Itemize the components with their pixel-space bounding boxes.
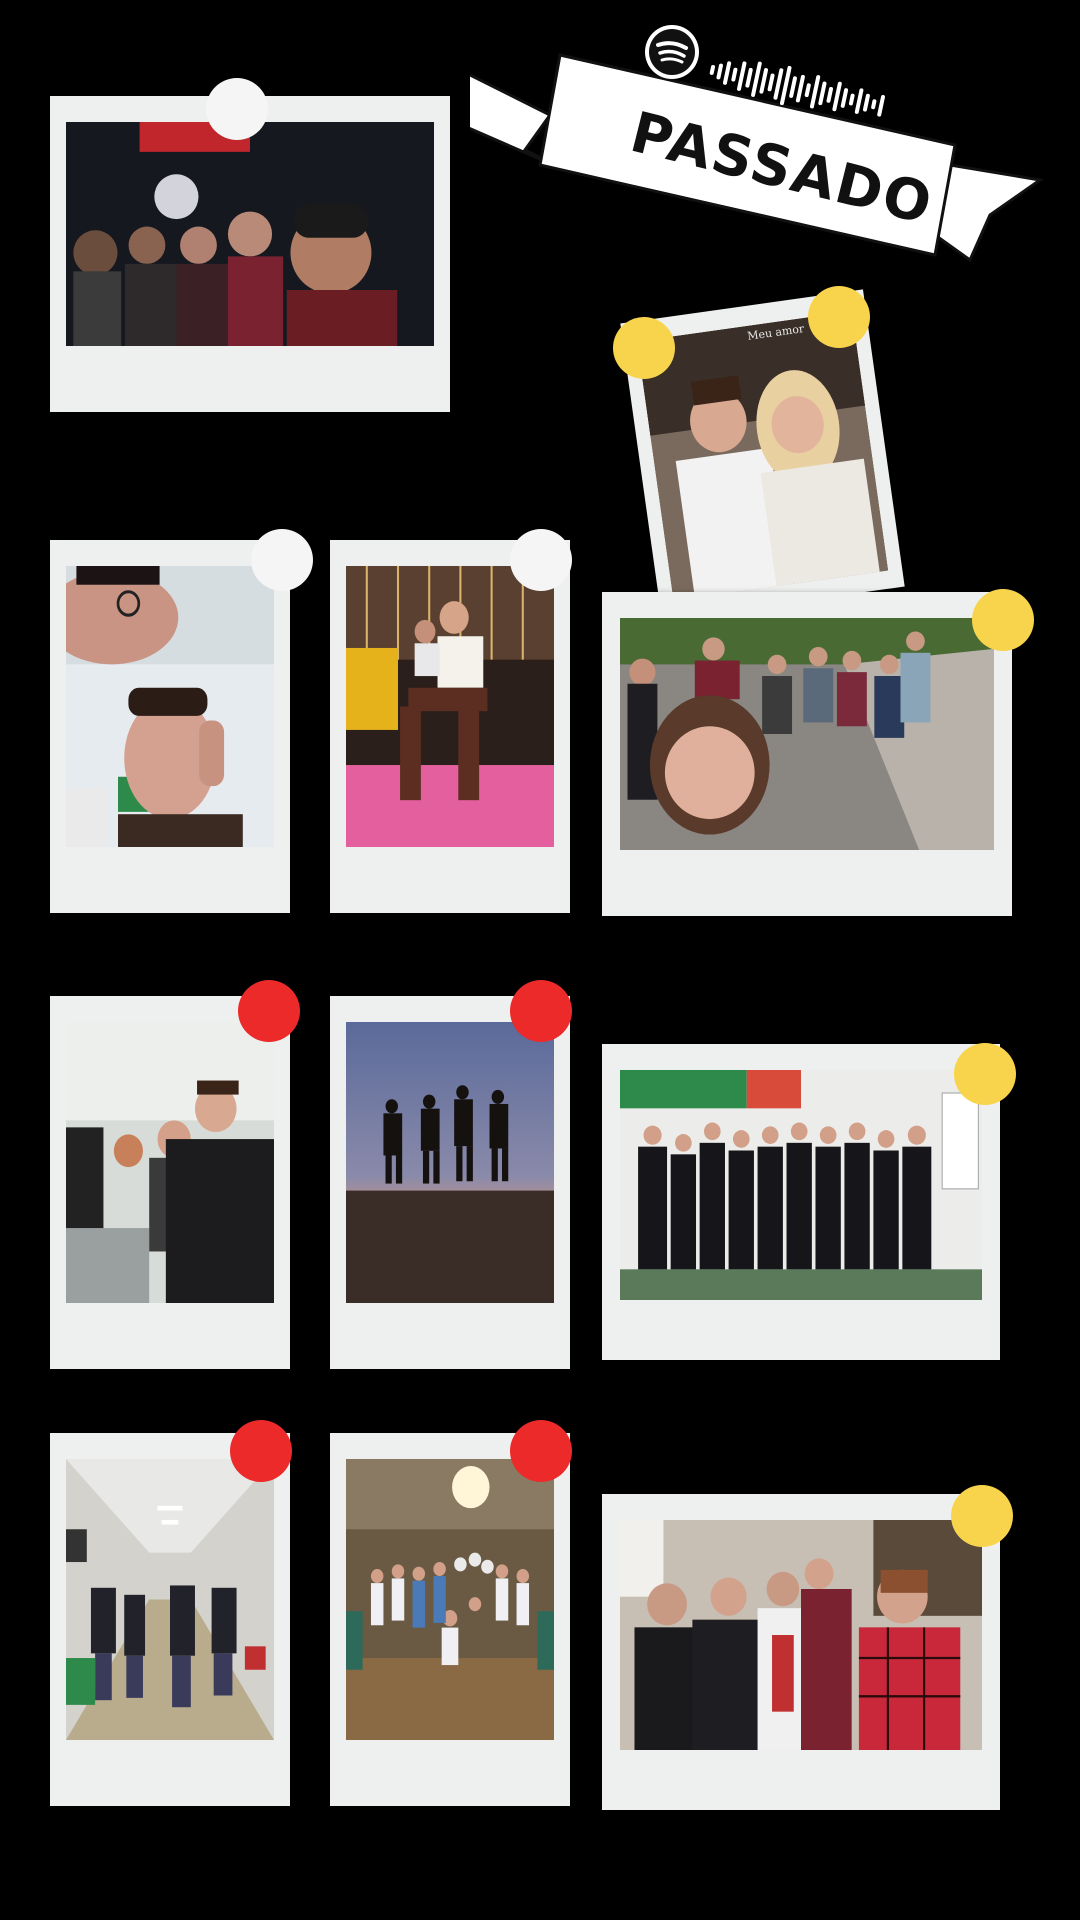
- pin-yellow: [954, 1043, 1016, 1105]
- pin-white: [206, 78, 268, 140]
- code-bar: [818, 81, 827, 106]
- photo-class-jackets: [620, 1070, 982, 1300]
- code-bar: [767, 73, 775, 92]
- code-bar: [862, 93, 870, 112]
- polaroid-sunset: [330, 996, 570, 1369]
- polaroid-computer-lab: [50, 996, 290, 1369]
- code-bar: [854, 88, 864, 114]
- pin-yellow: [951, 1485, 1013, 1547]
- code-bar: [877, 94, 885, 117]
- code-bar: [826, 87, 834, 103]
- pin-red: [238, 980, 300, 1042]
- polaroid-classroom-selfie: [50, 540, 290, 913]
- pin-yellow: [808, 286, 870, 348]
- photo-classroom-selfie: [66, 566, 274, 847]
- pin-yellow: [613, 317, 675, 379]
- pin-white: [510, 529, 572, 591]
- code-bar: [789, 76, 797, 98]
- polaroid-friends: [602, 1494, 1000, 1810]
- photo-computer-lab: [66, 1022, 274, 1303]
- code-bar: [848, 93, 855, 106]
- polaroid-hallway: [50, 1433, 290, 1806]
- polaroid-party: [330, 1433, 570, 1806]
- polaroid-class-photo: [602, 1044, 1000, 1360]
- polaroid-night-selfie: [50, 96, 450, 412]
- polaroid-fair-ride: [330, 540, 570, 913]
- pin-yellow: [972, 589, 1034, 651]
- pin-white: [251, 529, 313, 591]
- code-bar: [804, 83, 811, 98]
- photo-party-group: [346, 1459, 554, 1740]
- photo-courtyard-group: [620, 618, 994, 850]
- code-bar: [871, 99, 877, 110]
- code-bar: [709, 65, 716, 75]
- photo-night-group-selfie: [66, 122, 434, 346]
- photo-fair-ride: [346, 566, 554, 847]
- code-bar: [759, 68, 769, 94]
- photo-school-hallway: [66, 1459, 274, 1740]
- spotify-logo-icon: [645, 25, 699, 79]
- code-bar: [722, 61, 732, 85]
- code-bar: [737, 61, 747, 91]
- pin-red: [510, 1420, 572, 1482]
- code-bar: [840, 88, 849, 108]
- pin-red: [510, 980, 572, 1042]
- code-bar: [731, 67, 738, 82]
- photo-friends-group: [620, 1520, 982, 1750]
- code-bar: [745, 67, 753, 88]
- photo-couple-selfie: Meu amor: [636, 311, 889, 601]
- pin-red: [230, 1420, 292, 1482]
- photo-sunset-silhouettes: [346, 1022, 554, 1303]
- code-bar: [832, 81, 842, 112]
- polaroid-courtyard-group: [602, 592, 1012, 916]
- code-bar: [795, 74, 805, 103]
- code-bar: [716, 63, 723, 80]
